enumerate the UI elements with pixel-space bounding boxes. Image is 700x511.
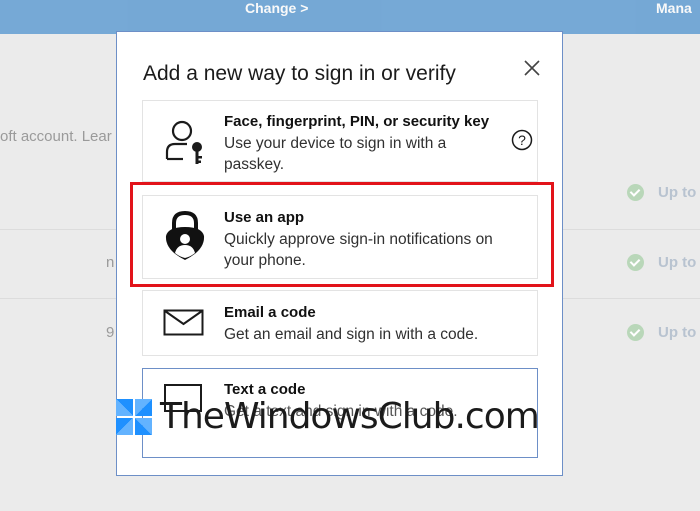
option-use-an-app[interactable]: Use an app Quickly approve sign-in notif… (142, 195, 538, 279)
dialog-title: Add a new way to sign in or verify (143, 62, 456, 85)
help-icon[interactable]: ? (511, 129, 533, 156)
check-circle-icon (627, 184, 644, 201)
svg-text:?: ? (518, 132, 526, 148)
envelope-icon (163, 309, 205, 342)
watermark: TheWindowsClub.com (114, 396, 540, 437)
option-title: Use an app (224, 209, 305, 226)
option-description: Quickly approve sign-in notifications on… (224, 231, 493, 269)
change-link[interactable]: Change > (245, 0, 308, 16)
check-circle-icon (627, 324, 644, 341)
option-description: Use your device to sign in with a passke… (224, 135, 447, 173)
authenticator-app-lock-icon (163, 210, 207, 267)
passkey-user-key-icon (163, 119, 207, 172)
option-title: Face, fingerprint, PIN, or security key (224, 113, 490, 130)
background-top-bar: Change > Mana (0, 0, 700, 34)
background-row-text: 9 (106, 324, 115, 341)
status-up-to-date: Up to da (627, 254, 700, 271)
status-up-to-date: Up to da (627, 324, 700, 341)
windows-logo-icon (116, 398, 152, 435)
background-row-text: n (106, 254, 115, 271)
option-passkey[interactable]: Face, fingerprint, PIN, or security key … (142, 100, 538, 182)
option-description: Get an email and sign in with a code. (224, 326, 479, 343)
close-icon[interactable] (523, 59, 541, 77)
watermark-text: TheWindowsClub.com (160, 396, 540, 437)
check-circle-icon (627, 254, 644, 271)
option-email-a-code[interactable]: Email a code Get an email and sign in wi… (142, 290, 538, 356)
background-account-text: oft account. Lear (0, 128, 112, 145)
manage-link[interactable]: Mana (656, 0, 692, 16)
status-up-to-date: Up to da (627, 184, 700, 201)
option-title: Email a code (224, 304, 316, 321)
